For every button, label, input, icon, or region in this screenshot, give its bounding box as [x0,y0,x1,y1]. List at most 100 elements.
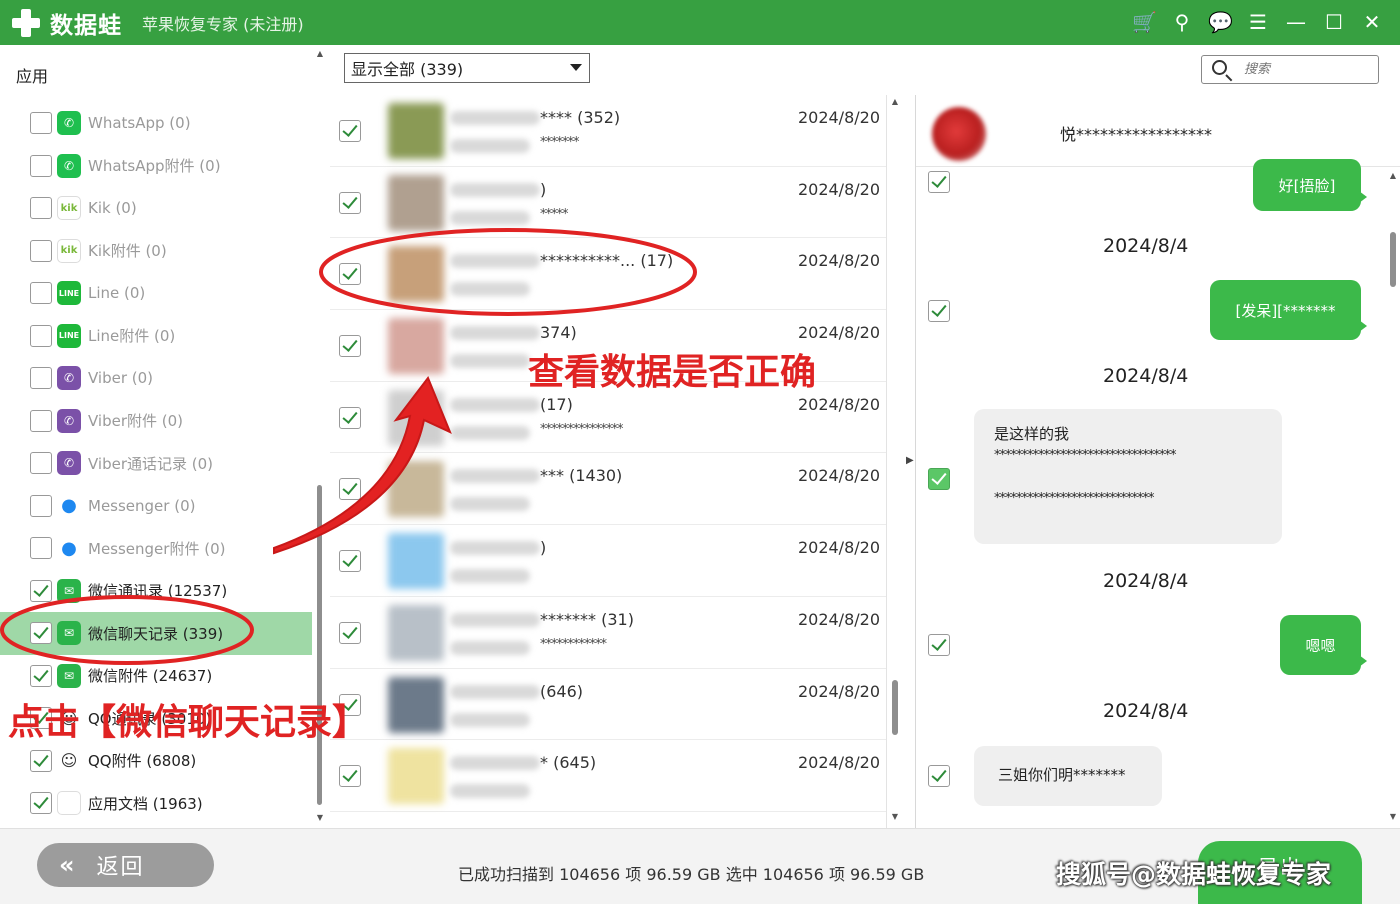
message-checkbox[interactable] [928,765,950,787]
sidebar-item[interactable]: ✉ 微信通讯录 (12537) [0,570,312,613]
conversation-row[interactable]: * (645) 2024/8/20 [330,740,886,812]
scroll-up-icon[interactable]: ▲ [1388,171,1398,180]
item-checkbox[interactable] [30,409,52,432]
item-checkbox[interactable] [30,749,52,772]
item-checkbox[interactable] [30,792,52,815]
chat-scroll-thumb[interactable] [1390,232,1396,287]
sidebar-item[interactable]: ✉ 微信聊天记录 (339) [0,612,312,655]
conversation-name: (17) [540,394,573,414]
conversation-checkbox[interactable] [339,263,361,286]
message-checkbox[interactable] [928,634,950,656]
conversation-row[interactable]: (646) 2024/8/20 [330,669,886,741]
sidebar-item[interactable]: ☺ QQ附件 (6808) [0,740,312,783]
scroll-down-icon[interactable]: ▼ [1388,812,1398,821]
sidebar-item[interactable]: kik Kik (0) [0,187,312,230]
filter-selected-value: 显示全部 (339) [351,60,464,79]
redacted-preview [450,354,530,369]
item-checkbox[interactable] [30,367,52,390]
conversation-checkbox[interactable] [339,478,361,501]
filter-dropdown[interactable]: 显示全部 (339) [344,53,590,83]
sidebar-item[interactable]: ✉ 微信附件 (24637) [0,655,312,698]
item-checkbox[interactable] [30,622,52,645]
sidebar-item[interactable]: LINE Line附件 (0) [0,315,312,358]
chat-scrollbar[interactable]: ▲ ▼ [1387,167,1399,828]
list-icon[interactable]: ☰ [1246,0,1270,45]
conversation-name: **********... (17) [540,251,674,271]
conversation-checkbox[interactable] [339,765,361,788]
watermark: 搜狐号@数据蛙恢复专家 [1056,860,1332,889]
key-icon[interactable]: ⚲ [1170,0,1194,45]
item-checkbox[interactable] [30,537,52,560]
scroll-up-icon[interactable]: ▲ [315,49,325,58]
sidebar-item[interactable]: kik Kik附件 (0) [0,230,312,273]
conversation-avatar [388,748,444,805]
sidebar-item[interactable]: 应用文档 (1963) [0,782,312,825]
message-text: ********************************* [994,448,1177,463]
item-checkbox[interactable] [30,197,52,220]
chat-panel: 悦***************** 好[捂脸] 2024/8/4 [发呆][*… [915,95,1400,828]
item-checkbox[interactable] [30,324,52,347]
conversation-checkbox[interactable] [339,335,361,358]
sidebar-item[interactable]: ✆ Viber附件 (0) [0,400,312,443]
conversation-scrollbar[interactable]: ▲ ▼ [888,95,902,828]
viber-icon: ✆ [57,451,81,476]
item-checkbox[interactable] [30,664,52,687]
sidebar-item[interactable]: ✆ Viber通话记录 (0) [0,442,312,485]
chat-icon[interactable]: 💬 [1208,0,1233,45]
scroll-down-icon[interactable]: ▼ [890,812,900,821]
redacted-name [450,469,540,484]
contact-name: 悦***************** [1060,125,1213,144]
item-checkbox[interactable] [30,239,52,262]
item-checkbox[interactable] [30,579,52,602]
item-checkbox[interactable] [30,112,52,135]
sidebar-item-label: 微信通讯录 (12537) [88,582,228,601]
conversation-row[interactable]: ) 2024/8/20 [330,525,886,597]
conversation-row[interactable]: ******* (31) ************ 2024/8/20 [330,597,886,669]
conversation-row[interactable]: **** (352) ******* 2024/8/20 [330,95,886,167]
cart-icon[interactable]: 🛒 [1132,0,1157,45]
message-checkbox[interactable] [928,171,950,193]
message-checkbox[interactable] [928,300,950,322]
close-icon[interactable]: ✕ [1360,0,1384,45]
conversation-row[interactable]: *** (1430) 2024/8/20 [330,453,886,526]
sidebar-item[interactable]: ✆ WhatsApp附件 (0) [0,145,312,188]
item-checkbox[interactable] [30,282,52,305]
message-checkbox[interactable] [928,468,950,490]
conversation-checkbox[interactable] [339,120,361,142]
conversation-checkbox[interactable] [339,621,361,644]
bottom-bar: « 返回 已成功扫描到 104656 项 96.59 GB 选中 104656 … [0,828,1400,904]
sidebar-item[interactable]: ✆ Viber (0) [0,357,312,400]
conversation-row[interactable]: **********... (17) 2024/8/20 [330,238,886,311]
splitter-arrow-icon[interactable]: ▶ [906,455,914,466]
conversation-checkbox[interactable] [339,191,361,214]
sidebar-item[interactable]: ● Messenger (0) [0,485,312,528]
sidebar-item[interactable]: ✆ WhatsApp (0) [0,102,312,145]
sidebar-header: 应用 [16,67,49,86]
message-text: 三姐你们明******* [998,766,1126,784]
conversation-checkbox[interactable] [339,406,361,429]
message-date: 2024/8/4 [1103,235,1189,257]
search-box[interactable] [1201,55,1379,84]
search-input[interactable] [1244,59,1372,79]
sidebar-scroll-thumb[interactable] [317,485,322,805]
conversation-avatar [388,389,444,446]
conversation-date: 2024/8/20 [797,251,880,271]
back-button[interactable]: « 返回 [37,843,214,887]
title-bar-actions: 🛒 ⚲ 💬 ☰ — ☐ ✕ [1132,0,1384,45]
scroll-down-icon[interactable]: ▼ [315,813,325,822]
sidebar-item[interactable]: ● Messenger附件 (0) [0,527,312,570]
sidebar-item[interactable]: LINE Line (0) [0,272,312,315]
redacted-preview [450,712,530,727]
item-checkbox[interactable] [30,154,52,177]
item-checkbox[interactable] [30,452,52,475]
maximize-icon[interactable]: ☐ [1322,0,1346,45]
conversation-checkbox[interactable] [339,550,361,573]
item-checkbox[interactable] [30,494,52,517]
conversation-avatar [388,174,444,231]
minimize-icon[interactable]: — [1284,0,1308,45]
scroll-up-icon[interactable]: ▲ [890,97,900,106]
conversation-date: 2024/8/20 [797,323,880,343]
conversation-row[interactable]: ) ***** 2024/8/20 [330,167,886,239]
viber-icon: ✆ [57,366,81,391]
conversation-scroll-thumb[interactable] [892,680,898,735]
